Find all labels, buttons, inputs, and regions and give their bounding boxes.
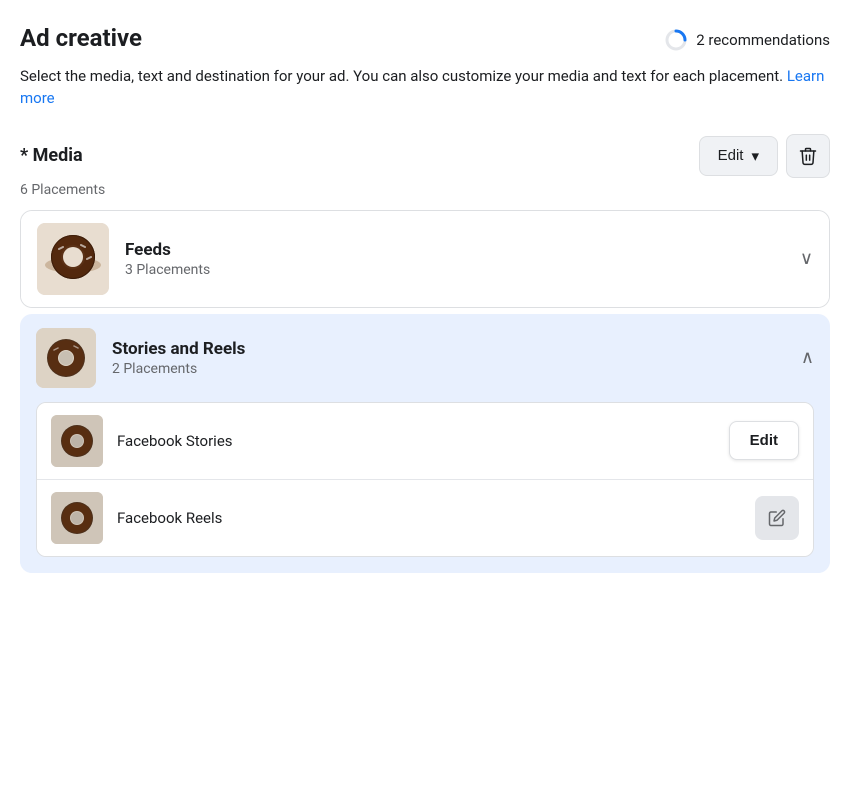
pencil-icon	[768, 509, 786, 527]
facebook-reels-thumbnail	[51, 492, 103, 544]
feeds-thumbnail	[37, 223, 109, 295]
page-header: Ad creative 2 recommendations	[20, 24, 830, 53]
media-section: * Media Edit ▾ 6 Placements	[20, 134, 830, 573]
facebook-reels-row: Facebook Reels	[37, 479, 813, 556]
facebook-reels-donut-image	[51, 492, 103, 544]
media-header: * Media Edit ▾	[20, 134, 830, 178]
feeds-placements: 3 Placements	[125, 262, 800, 278]
facebook-reels-edit-button[interactable]	[755, 496, 799, 540]
facebook-stories-edit-button[interactable]: Edit	[729, 421, 799, 460]
stories-reels-name: Stories and Reels	[112, 339, 801, 359]
feeds-chevron-icon: ∨	[800, 248, 813, 269]
stories-reels-placements: 2 Placements	[112, 361, 801, 377]
stories-reels-content: Facebook Stories Edit Faceboo	[20, 402, 830, 573]
stories-reels-thumbnail	[36, 328, 96, 388]
sub-items-container: Facebook Stories Edit Faceboo	[36, 402, 814, 557]
media-title: * Media	[20, 145, 83, 166]
feeds-name: Feeds	[125, 240, 800, 260]
delete-button[interactable]	[786, 134, 830, 178]
recommendations-text: 2 recommendations	[696, 31, 830, 49]
feeds-placement-card: Feeds 3 Placements ∨	[20, 210, 830, 308]
edit-dropdown-button[interactable]: Edit ▾	[699, 136, 778, 176]
spinner-icon	[664, 28, 688, 52]
stories-reels-donut-image	[36, 328, 96, 388]
stories-reels-info: Stories and Reels 2 Placements	[112, 339, 801, 377]
facebook-reels-name: Facebook Reels	[117, 509, 755, 527]
facebook-stories-name: Facebook Stories	[117, 432, 729, 450]
feeds-placement-row[interactable]: Feeds 3 Placements ∨	[21, 211, 829, 307]
stories-reels-chevron-icon: ∧	[801, 347, 814, 368]
placements-count: 6 Placements	[20, 182, 830, 198]
facebook-stories-thumbnail	[51, 415, 103, 467]
facebook-stories-donut-image	[51, 415, 103, 467]
trash-icon	[798, 146, 818, 166]
facebook-stories-row: Facebook Stories Edit	[37, 403, 813, 479]
feeds-donut-image	[37, 223, 109, 295]
recommendations-badge: 2 recommendations	[664, 24, 830, 52]
description-text: Select the media, text and destination f…	[20, 65, 830, 110]
chevron-down-icon: ▾	[751, 147, 759, 165]
stories-reels-section: Stories and Reels 2 Placements ∧	[20, 314, 830, 573]
page-title: Ad creative	[20, 24, 142, 53]
stories-reels-header[interactable]: Stories and Reels 2 Placements ∧	[20, 314, 830, 402]
media-controls: Edit ▾	[699, 134, 830, 178]
feeds-info: Feeds 3 Placements	[125, 240, 800, 278]
